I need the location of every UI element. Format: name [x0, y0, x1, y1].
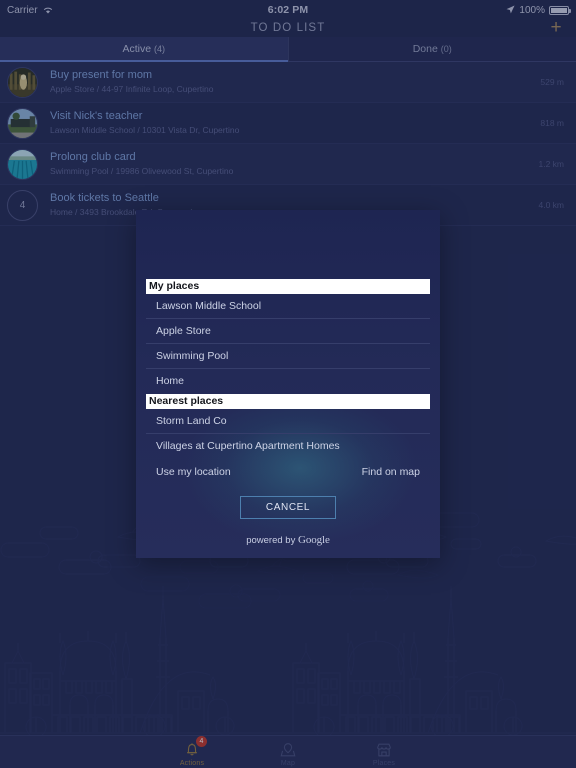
list-item[interactable]: Apple Store	[146, 319, 430, 344]
powered-by-google: powered by Google	[136, 534, 440, 546]
use-my-location-button[interactable]: Use my location	[156, 466, 231, 478]
dialog-top-spacer	[146, 210, 430, 279]
list-item[interactable]: Home	[146, 369, 430, 394]
find-on-map-button[interactable]: Find on map	[362, 466, 420, 478]
list-item[interactable]: Lawson Middle School	[146, 294, 430, 319]
place-picker-dialog: My places Lawson Middle School Apple Sto…	[136, 210, 440, 558]
cancel-button[interactable]: CANCEL	[240, 496, 336, 519]
nearest-places-header: Nearest places	[146, 394, 430, 409]
list-item[interactable]: Swimming Pool	[146, 344, 430, 369]
my-places-header: My places	[146, 279, 430, 294]
google-wordmark: Google	[297, 534, 330, 546]
cancel-button-wrap: CANCEL	[146, 496, 430, 519]
list-item[interactable]: Storm Land Co	[146, 409, 430, 434]
dialog-action-row: Use my location Find on map	[146, 459, 430, 484]
dialog-content: My places Lawson Middle School Apple Sto…	[136, 210, 440, 519]
powered-by-prefix: powered by	[246, 535, 298, 546]
list-item[interactable]: Villages at Cupertino Apartment Homes	[146, 434, 430, 459]
app-root: Carrier 6:02 PM 100% TO DO LIST + Active…	[0, 0, 576, 768]
